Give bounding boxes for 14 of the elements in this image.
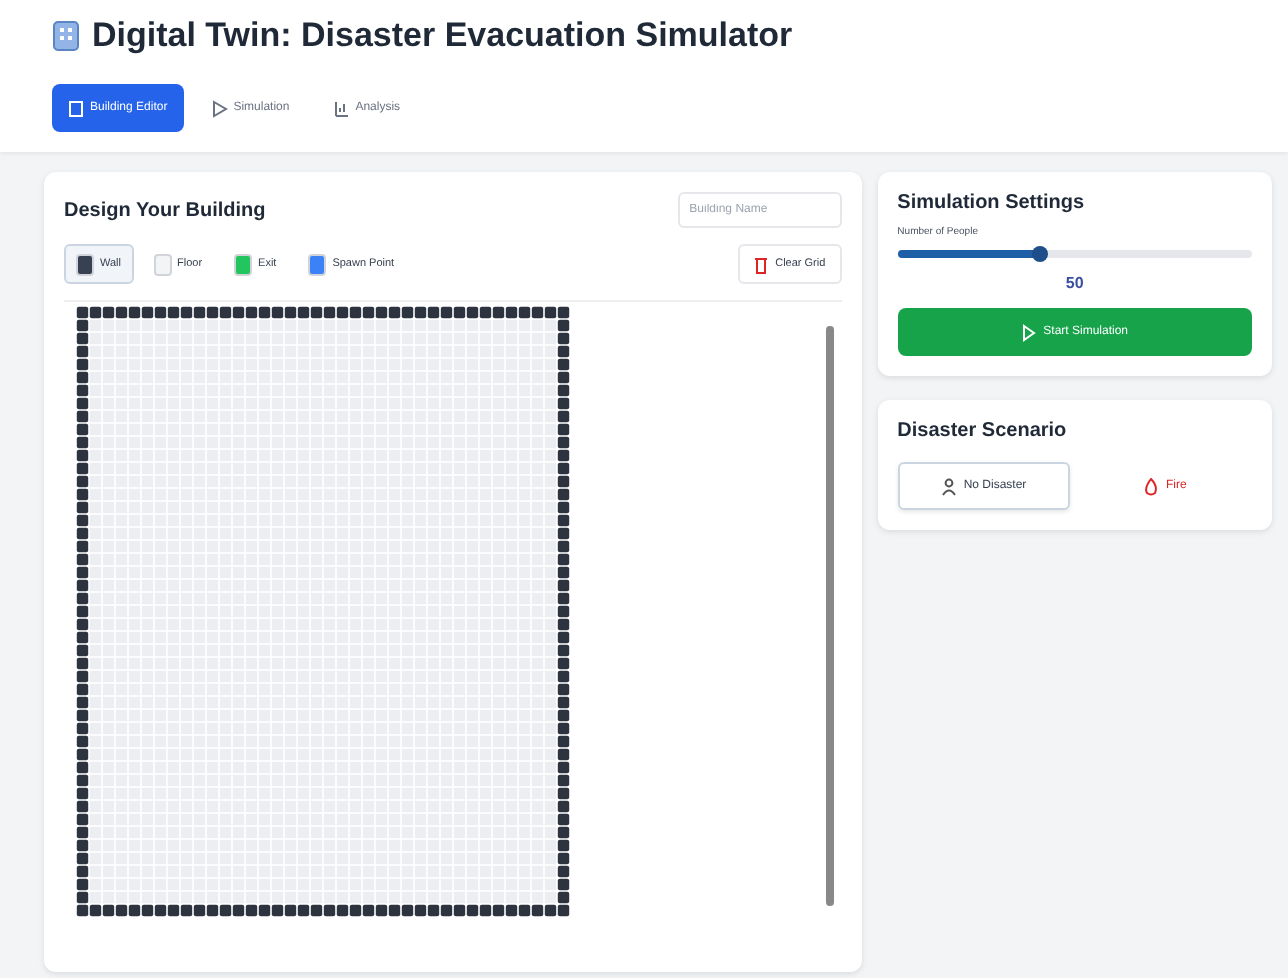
people-slider[interactable] [897, 250, 1252, 258]
panel-heading: Disaster Scenario [897, 420, 1069, 442]
chart-icon [333, 99, 350, 117]
app-title: Digital Twin: Disaster Evacuation Simulator [92, 16, 793, 56]
panel-heading: Design Your Building [64, 199, 266, 221]
panel-heading: Simulation Settings [897, 192, 1087, 214]
person-icon [941, 477, 956, 495]
building-grid-drawing[interactable] [76, 306, 570, 917]
play-icon [1021, 323, 1036, 341]
scroll-bar[interactable] [825, 326, 834, 906]
play-icon [211, 99, 228, 117]
trash-icon [753, 255, 768, 273]
people-count: 50 [1063, 274, 1086, 292]
slider-thumb[interactable] [1031, 246, 1048, 262]
